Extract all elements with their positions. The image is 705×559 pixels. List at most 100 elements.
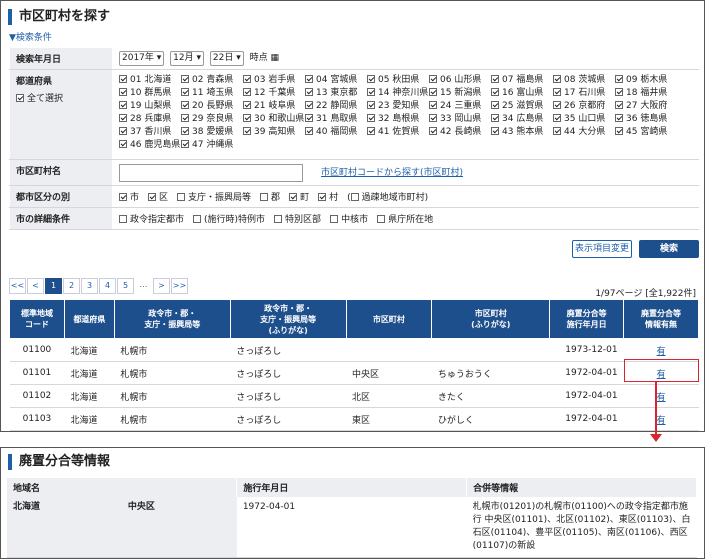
- prefecture-checkbox[interactable]: 14 神奈川県: [367, 87, 429, 100]
- prefecture-checkbox[interactable]: 16 富山県: [491, 87, 553, 100]
- page-button[interactable]: 1: [45, 278, 62, 294]
- arrow-down-icon: [650, 434, 662, 442]
- class-checkbox[interactable]: 市: [119, 193, 139, 203]
- prefecture-checkbox[interactable]: 43 熊本県: [491, 126, 553, 139]
- detail-info: 札幌市(01201)の札幌市(01100)への政令指定都市施行 中央区(0110…: [466, 497, 697, 558]
- prefecture-checkbox[interactable]: 20 長野県: [181, 100, 243, 113]
- prefecture-checkbox[interactable]: 34 広島県: [491, 113, 553, 126]
- checkbox-icon: [377, 215, 386, 223]
- prefecture-checkbox[interactable]: 06 山形県: [429, 74, 491, 87]
- prefecture-checkbox[interactable]: 22 静岡県: [305, 100, 367, 113]
- prefecture-checkbox[interactable]: 04 宮城県: [305, 74, 367, 87]
- page-last-button[interactable]: >>: [171, 278, 188, 294]
- prefecture-checkbox[interactable]: 24 三重県: [429, 100, 491, 113]
- checkbox-icon: [181, 101, 189, 109]
- select-all-checkbox[interactable]: 全て選択: [16, 91, 106, 104]
- prefecture-checkbox[interactable]: 32 島根県: [367, 113, 429, 126]
- calendar-icon[interactable]: ▦: [271, 53, 280, 63]
- prefecture-label: 05 秋田県: [378, 75, 420, 85]
- prefecture-checkbox[interactable]: 35 山口県: [553, 113, 615, 126]
- class-checkbox[interactable]: (過疎地域市町村): [347, 193, 428, 203]
- search-conditions-toggle[interactable]: ▼検索条件: [9, 30, 52, 43]
- checkbox-icon: [305, 88, 313, 96]
- prefecture-checkbox[interactable]: 17 石川県: [553, 87, 615, 100]
- prefecture-checkbox[interactable]: 41 佐賀県: [367, 126, 429, 139]
- table-cell: 北海道: [64, 361, 115, 385]
- detail-checkbox[interactable]: (施行時)特例市: [193, 215, 265, 225]
- table-cell[interactable]: 有: [623, 384, 699, 408]
- prefecture-checkbox[interactable]: 37 香川県: [119, 126, 181, 139]
- year-select[interactable]: 2017年 ▾: [119, 51, 165, 67]
- info-link[interactable]: 有: [657, 347, 666, 357]
- class-checkbox[interactable]: 町: [289, 193, 309, 203]
- prefecture-checkbox[interactable]: 26 京都府: [553, 100, 615, 113]
- change-columns-button[interactable]: 表示項目変更: [572, 240, 632, 258]
- prefecture-checkbox[interactable]: 38 愛媛県: [181, 126, 243, 139]
- info-link[interactable]: 有: [657, 393, 666, 403]
- prefecture-checkbox[interactable]: 36 徳島県: [615, 113, 677, 126]
- code-search-link[interactable]: 市区町村コードから探す(市区町村): [321, 168, 463, 178]
- page-first-button[interactable]: <<: [9, 278, 26, 294]
- page-button[interactable]: 2: [63, 278, 80, 294]
- prefecture-checkbox[interactable]: 11 埼玉県: [181, 87, 243, 100]
- page-prev-button[interactable]: <: [27, 278, 44, 294]
- prefecture-checkbox[interactable]: 28 兵庫県: [119, 113, 181, 126]
- page-button[interactable]: 5: [117, 278, 134, 294]
- prefecture-checkbox[interactable]: 30 和歌山県: [243, 113, 305, 126]
- prefecture-checkbox[interactable]: 46 鹿児島県: [119, 139, 181, 152]
- prefecture-checkbox[interactable]: 08 茨城県: [553, 74, 615, 87]
- class-checkbox[interactable]: 支庁・振興局等: [177, 193, 251, 203]
- prefecture-checkbox[interactable]: 19 山梨県: [119, 100, 181, 113]
- city-name-input[interactable]: [119, 163, 303, 182]
- prefecture-checkbox[interactable]: 13 東京都: [305, 87, 367, 100]
- prefecture-checkbox[interactable]: 09 栃木県: [615, 74, 677, 87]
- class-checkbox[interactable]: 村: [318, 193, 338, 203]
- detail-panel: 廃置分合等情報 地域名 施行年月日 合併等情報 北海道 中央区 1972-04-…: [0, 447, 705, 559]
- prefecture-checkbox[interactable]: 07 福島県: [491, 74, 553, 87]
- checkbox-icon: [119, 140, 127, 148]
- class-checkbox[interactable]: 区: [148, 193, 168, 203]
- class-checkbox[interactable]: 郡: [260, 193, 280, 203]
- prefecture-checkbox[interactable]: 15 新潟県: [429, 87, 491, 100]
- prefecture-checkbox[interactable]: 10 群馬県: [119, 87, 181, 100]
- checkbox-icon: [367, 75, 375, 83]
- info-link[interactable]: 有: [657, 416, 666, 426]
- page-next-button[interactable]: >: [153, 278, 170, 294]
- table-cell: 1972-04-01: [549, 384, 624, 408]
- detail-checkbox[interactable]: 県庁所在地: [377, 215, 433, 225]
- prefecture-checkbox[interactable]: 47 沖縄県: [181, 139, 243, 152]
- prefecture-label: 06 山形県: [440, 75, 482, 85]
- prefecture-checkbox[interactable]: 01 北海道: [119, 74, 181, 87]
- prefecture-checkbox[interactable]: 05 秋田県: [367, 74, 429, 87]
- prefecture-checkbox[interactable]: 39 高知県: [243, 126, 305, 139]
- prefecture-checkbox[interactable]: 21 岐阜県: [243, 100, 305, 113]
- prefecture-checkbox[interactable]: 44 大分県: [553, 126, 615, 139]
- prefecture-checkbox[interactable]: 42 長崎県: [429, 126, 491, 139]
- prefecture-checkbox[interactable]: 27 大阪府: [615, 100, 677, 113]
- page-button[interactable]: 4: [99, 278, 116, 294]
- prefecture-checkbox[interactable]: 25 滋賀県: [491, 100, 553, 113]
- prefecture-checkbox[interactable]: 31 鳥取県: [305, 113, 367, 126]
- prefecture-checkbox[interactable]: 45 宮崎県: [615, 126, 677, 139]
- prefecture-checkbox[interactable]: 03 岩手県: [243, 74, 305, 87]
- detail-checkbox[interactable]: 中核市: [330, 215, 368, 225]
- table-cell[interactable]: 有: [623, 407, 699, 431]
- day-select[interactable]: 22日 ▾: [209, 51, 244, 67]
- page-button[interactable]: 3: [81, 278, 98, 294]
- prefecture-checkbox[interactable]: 18 福井県: [615, 87, 677, 100]
- checkbox-icon: [330, 215, 339, 223]
- prefecture-list: 01 北海道 02 青森県 03 岩手県 04 宮城県 05 秋田県 06 山形県 07 福…: [112, 69, 699, 160]
- prefecture-checkbox[interactable]: 23 愛知県: [367, 100, 429, 113]
- prefecture-label: 23 愛知県: [378, 101, 420, 111]
- search-button[interactable]: 検索: [639, 240, 699, 258]
- prefecture-checkbox[interactable]: 12 千葉県: [243, 87, 305, 100]
- prefecture-checkbox[interactable]: 33 岡山県: [429, 113, 491, 126]
- prefecture-label: 43 熊本県: [502, 127, 544, 137]
- prefecture-checkbox[interactable]: 40 福岡県: [305, 126, 367, 139]
- prefecture-checkbox[interactable]: 29 奈良県: [181, 113, 243, 126]
- month-select[interactable]: 12月 ▾: [170, 51, 205, 67]
- prefecture-checkbox[interactable]: 02 青森県: [181, 74, 243, 87]
- detail-checkbox[interactable]: 政令指定都市: [119, 215, 184, 225]
- prefecture-label: 08 茨城県: [564, 75, 606, 85]
- detail-checkbox[interactable]: 特別区部: [274, 215, 321, 225]
